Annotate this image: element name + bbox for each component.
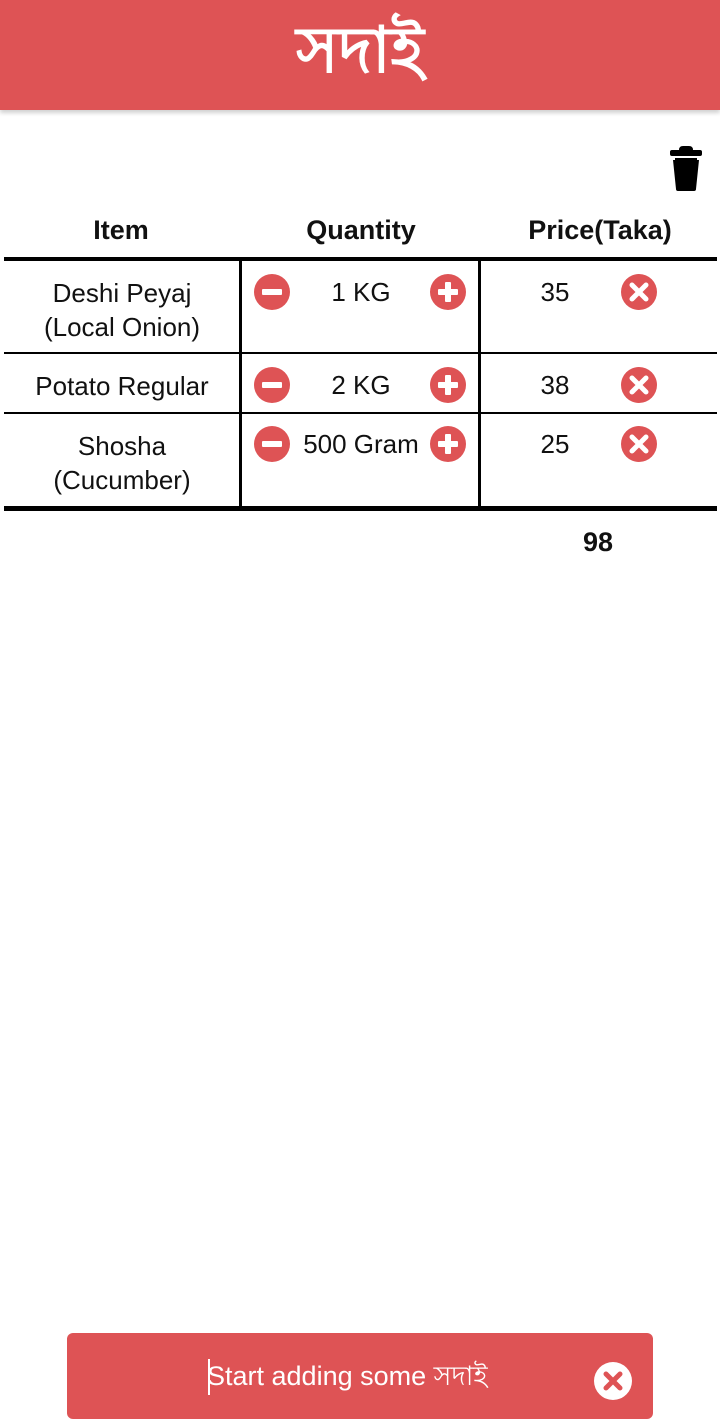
clear-input-button[interactable] <box>594 1362 632 1400</box>
table-bottom-border <box>4 506 717 511</box>
column-header-item: Item <box>93 215 149 245</box>
decrease-quantity-button[interactable] <box>254 426 290 462</box>
add-item-input[interactable] <box>207 1355 507 1397</box>
price-value: 35 <box>540 277 570 307</box>
item-name: Potato Regular <box>35 371 209 401</box>
column-divider <box>478 261 481 506</box>
increase-quantity-button[interactable] <box>430 274 466 310</box>
close-circle-icon <box>629 375 649 395</box>
remove-item-button[interactable] <box>621 426 657 462</box>
minus-circle-icon <box>262 289 282 295</box>
text-cursor <box>208 1359 210 1395</box>
quantity-value: 1 KG <box>331 277 391 307</box>
column-header-quantity: Quantity <box>306 215 416 245</box>
increase-quantity-button[interactable] <box>430 367 466 403</box>
app-title: সদাই <box>296 14 424 88</box>
price-value: 25 <box>540 429 570 459</box>
total-price: 98 <box>582 527 614 557</box>
remove-item-button[interactable] <box>621 367 657 403</box>
table-row: Shosha (Cucumber) <box>4 429 240 497</box>
close-circle-icon <box>629 282 649 302</box>
plus-circle-icon <box>438 375 458 395</box>
minus-circle-icon <box>262 441 282 447</box>
minus-circle-icon <box>262 382 282 388</box>
plus-circle-icon <box>438 434 458 454</box>
close-circle-icon <box>603 1371 623 1391</box>
remove-item-button[interactable] <box>621 274 657 310</box>
item-name: Deshi Peyaj <box>52 278 192 308</box>
plus-circle-icon <box>438 282 458 302</box>
quantity-value: 2 KG <box>331 370 391 400</box>
table-row: Potato Regular <box>4 369 240 403</box>
column-header-price: Price(Taka) <box>528 215 672 245</box>
item-name: Shosha <box>77 431 167 461</box>
add-item-bar <box>67 1333 653 1419</box>
item-subname: (Local Onion) <box>43 312 201 342</box>
app-header: সদাই <box>0 0 720 110</box>
row-divider <box>4 412 717 414</box>
close-circle-icon <box>629 434 649 454</box>
quantity-value: 500 Gram <box>303 429 419 459</box>
row-divider <box>4 352 717 354</box>
decrease-quantity-button[interactable] <box>254 274 290 310</box>
clear-all-button[interactable] <box>664 144 708 192</box>
decrease-quantity-button[interactable] <box>254 367 290 403</box>
item-subname: (Cucumber) <box>53 465 191 495</box>
price-value: 38 <box>540 370 570 400</box>
table-row: Deshi Peyaj (Local Onion) <box>4 276 240 344</box>
table-top-border <box>4 257 717 261</box>
increase-quantity-button[interactable] <box>430 426 466 462</box>
trash-icon <box>670 146 702 191</box>
